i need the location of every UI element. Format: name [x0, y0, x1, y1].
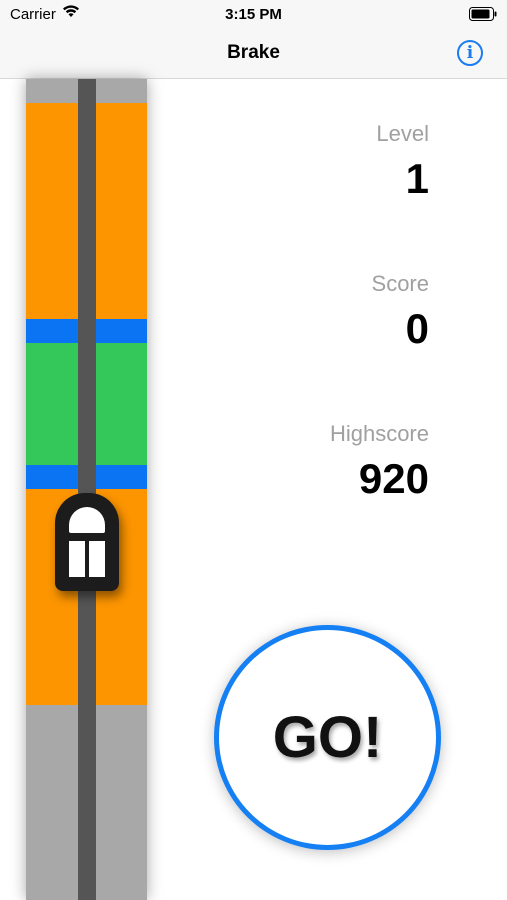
level-value: 1 [405, 155, 429, 202]
info-icon[interactable]: i [457, 40, 483, 66]
clock: 3:15 PM [225, 6, 282, 23]
car-window [69, 541, 85, 577]
train-car-icon [55, 493, 119, 591]
rail [78, 79, 96, 900]
highscore-label: Highscore [329, 421, 429, 446]
score-label: Score [371, 271, 429, 296]
go-button[interactable]: GO! [214, 625, 441, 850]
go-button-label: GO! [272, 705, 383, 770]
highscore-value: 920 [358, 455, 429, 502]
page-title: Brake [227, 42, 280, 63]
status-bar: Carrier 3:15 PM [0, 0, 507, 30]
score-value: 0 [405, 305, 429, 352]
track [26, 79, 147, 900]
level-label: Level [376, 121, 429, 146]
navigation-bar: Brake i [0, 30, 507, 79]
car-window [69, 507, 105, 533]
car-window [89, 541, 105, 577]
battery-icon [469, 7, 497, 25]
